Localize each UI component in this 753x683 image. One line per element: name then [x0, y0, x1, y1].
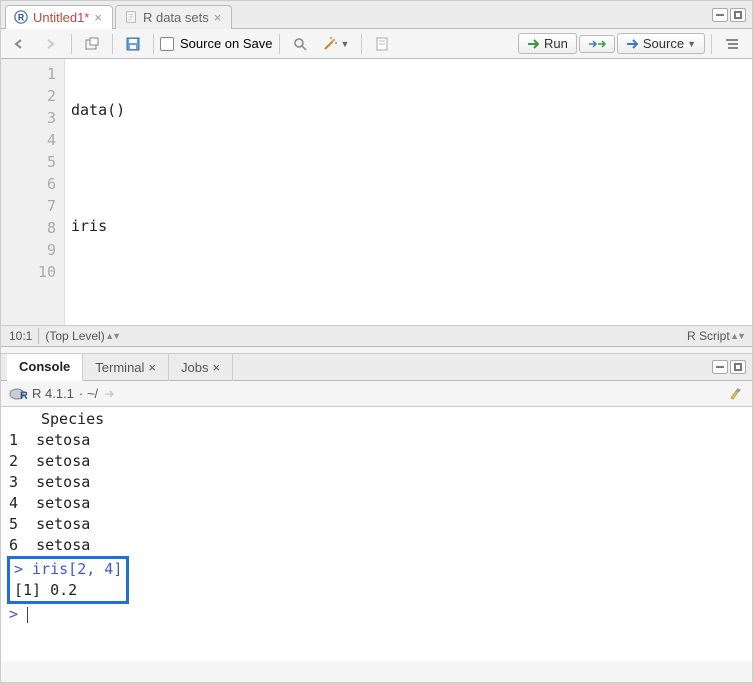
source-button[interactable]: Source ▼: [617, 33, 705, 54]
line-number: 9: [5, 239, 56, 261]
code-tools-button[interactable]: ▼: [316, 33, 356, 55]
rerun-icon: [588, 38, 606, 50]
view-dir-icon[interactable]: [103, 388, 117, 400]
forward-arrow-icon: [43, 37, 59, 51]
clear-console-icon[interactable]: [728, 387, 744, 401]
source-on-save-checkbox[interactable]: [160, 37, 174, 51]
tab-terminal[interactable]: Terminal ×: [83, 353, 169, 381]
save-icon: [125, 36, 141, 52]
console-row: 5 setosa: [9, 514, 744, 535]
console-tabbar: Console Terminal × Jobs ×: [1, 353, 752, 381]
source-statusbar: 10:1 (Top Level) ▲▼ R Script ▲▼: [1, 325, 752, 347]
source-label: Source: [643, 36, 684, 51]
code-line[interactable]: data(): [71, 99, 746, 121]
cursor-position: 10:1: [9, 329, 32, 343]
console-row: 6 setosa: [9, 535, 744, 556]
minimize-pane-icon[interactable]: [712, 8, 728, 22]
tab-label: R data sets: [143, 10, 209, 25]
outline-icon: [724, 37, 740, 51]
scope-selector[interactable]: (Top Level): [45, 329, 104, 343]
maximize-pane-icon[interactable]: [730, 360, 746, 374]
line-number: 1: [5, 63, 56, 85]
console-col-header: Species: [9, 409, 744, 430]
console-command: > iris[2, 4]: [14, 559, 122, 580]
console-row: 4 setosa: [9, 493, 744, 514]
forward-button[interactable]: [37, 34, 65, 54]
working-dir[interactable]: · ~/: [79, 386, 98, 401]
tab-jobs[interactable]: Jobs ×: [169, 353, 233, 381]
minimize-pane-icon[interactable]: [712, 360, 728, 374]
close-icon[interactable]: ×: [148, 360, 156, 375]
line-number: 8: [5, 217, 56, 239]
console-prompt[interactable]: >: [9, 604, 744, 625]
console-result: [1] 0.2: [14, 580, 122, 601]
chevron-down-icon: ▼: [341, 39, 350, 49]
search-icon: [292, 36, 308, 52]
source-toolbar: Source on Save ▼ Run Source ▼: [1, 29, 752, 59]
tab-label: Console: [19, 359, 70, 374]
file-type-selector[interactable]: R Script: [687, 329, 730, 343]
source-tabbar: R Untitled1* × R data sets ×: [1, 1, 752, 29]
line-number: 3: [5, 107, 56, 129]
tab-label: Terminal: [95, 360, 144, 375]
notebook-icon: [374, 36, 390, 52]
svg-text:R: R: [20, 390, 27, 402]
compile-report-button[interactable]: [368, 33, 396, 55]
close-icon[interactable]: ×: [94, 11, 102, 24]
line-number: 5: [5, 151, 56, 173]
save-button[interactable]: [119, 33, 147, 55]
line-number: 7: [5, 195, 56, 217]
filetype-arrows-icon: ▲▼: [730, 331, 744, 341]
text-file-icon: [124, 10, 138, 24]
scope-arrows-icon: ▲▼: [105, 331, 119, 341]
code-line[interactable]: iris: [71, 215, 746, 237]
code-content[interactable]: data() iris View(iris) head(iris) iris[2…: [65, 59, 752, 325]
svg-text:R: R: [18, 13, 25, 23]
line-number-gutter: 1 2 3 4 5 6 7 8 9 10: [1, 59, 65, 325]
r-logo-icon: R: [9, 386, 27, 402]
r-version: R 4.1.1: [32, 386, 74, 401]
source-tab-untitled1[interactable]: R Untitled1* ×: [5, 5, 113, 29]
chevron-down-icon: ▼: [687, 39, 696, 49]
show-in-new-window-button[interactable]: [78, 34, 106, 54]
console-header: R R 4.1.1 · ~/: [1, 381, 752, 407]
console-highlight: > iris[2, 4] [1] 0.2: [7, 556, 129, 604]
console-row: 3 setosa: [9, 472, 744, 493]
r-file-icon: R: [14, 10, 28, 24]
run-label: Run: [544, 36, 568, 51]
back-button[interactable]: [7, 34, 35, 54]
code-line[interactable]: [71, 157, 746, 179]
close-icon[interactable]: ×: [214, 11, 222, 24]
code-editor[interactable]: 1 2 3 4 5 6 7 8 9 10 data() iris View(ir…: [1, 59, 752, 325]
source-tab-rdatasets[interactable]: R data sets ×: [115, 5, 232, 29]
maximize-pane-icon[interactable]: [730, 8, 746, 22]
outline-button[interactable]: [718, 34, 746, 54]
line-number: 10: [5, 261, 56, 283]
close-icon[interactable]: ×: [212, 360, 220, 375]
console-output[interactable]: Species 1 setosa 2 setosa 3 setosa 4 set…: [1, 407, 752, 662]
line-number: 2: [5, 85, 56, 107]
rerun-button[interactable]: [579, 35, 615, 53]
source-on-save-label: Source on Save: [180, 36, 273, 51]
source-icon: [626, 38, 640, 50]
find-button[interactable]: [286, 33, 314, 55]
tab-label: Untitled1*: [33, 10, 89, 25]
line-number: 4: [5, 129, 56, 151]
window-controls: [712, 360, 752, 374]
popout-icon: [84, 37, 100, 51]
code-line[interactable]: [71, 273, 746, 295]
console-row: 1 setosa: [9, 430, 744, 451]
wand-icon: [322, 36, 338, 52]
console-row: 2 setosa: [9, 451, 744, 472]
tab-console[interactable]: Console: [7, 354, 83, 382]
run-icon: [527, 38, 541, 50]
run-button[interactable]: Run: [518, 33, 577, 54]
back-arrow-icon: [13, 37, 29, 51]
tab-label: Jobs: [181, 360, 208, 375]
window-controls: [712, 8, 752, 22]
line-number: 6: [5, 173, 56, 195]
